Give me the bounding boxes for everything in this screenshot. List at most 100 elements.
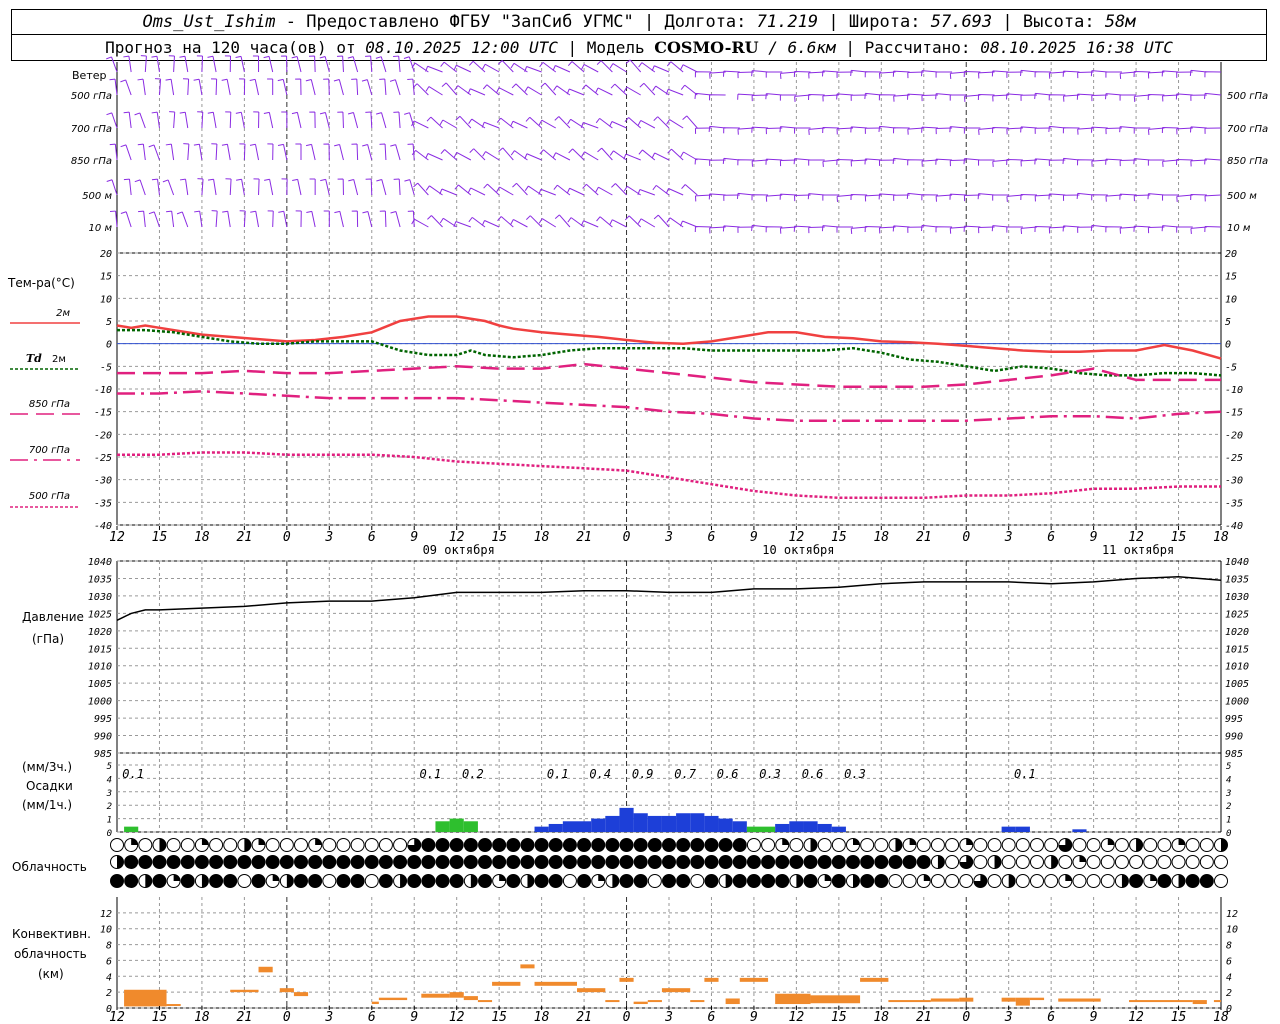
pres-y-label-right: 1040: [1225, 557, 1249, 568]
cloud-cover-symbol: [775, 874, 790, 888]
wind-level-label-right: 500 м: [1227, 191, 1257, 202]
wind-barb: [497, 60, 514, 73]
temp-x-tick-label: 6: [1047, 530, 1055, 545]
wind-barb: [309, 111, 316, 129]
wind-barb: [469, 148, 486, 161]
wind-barb: [319, 56, 330, 73]
pres-y-label: 995: [94, 714, 112, 725]
wind-barb: [1189, 126, 1207, 133]
cloud-cover-quarter: [499, 874, 506, 881]
wind-barb: [467, 187, 486, 196]
legend-label-td: Td: [26, 352, 42, 365]
cloud-cover-symbol: [279, 855, 294, 869]
cloud-cover-symbol: [520, 855, 535, 869]
cloud-cover-symbol: [1143, 855, 1158, 869]
wind-barb: [722, 70, 740, 77]
cloud-cover-symbol: [1129, 874, 1144, 888]
wind-barb: [412, 83, 429, 96]
cloud-cover-symbol: [350, 838, 365, 852]
wind-title: Ветер: [72, 69, 106, 82]
wind-barb: [441, 82, 458, 96]
wind-barb: [425, 65, 443, 73]
cloud-cover-symbol: [294, 855, 308, 869]
convective-cloud-bar: [1129, 1000, 1193, 1003]
wind-barb: [483, 183, 500, 196]
convective-cloud-bar: [1192, 1000, 1207, 1005]
precip-bar-rain: [704, 815, 719, 832]
wind-barb: [611, 183, 627, 196]
cloud-cover-symbol: [888, 874, 903, 888]
pres-y-label: 1010: [88, 662, 112, 673]
conv-x-tick-label: 12: [109, 1010, 125, 1024]
conv-x-tick-label: 18: [534, 1010, 550, 1024]
precip-bar-light: [435, 821, 450, 832]
convective-cloud-bar: [577, 988, 606, 993]
temp-x-tick-label: 0: [962, 530, 970, 545]
convective-cloud-bar: [661, 988, 691, 993]
cloud-cover-half: [612, 874, 619, 888]
cloud-cover-quarter: [258, 838, 266, 845]
wind-barb: [935, 93, 953, 100]
wind-barb: [597, 147, 613, 161]
cloud-cover-quarter: [598, 874, 605, 881]
wind-barb: [263, 55, 274, 73]
convective-cloud-bar: [421, 993, 450, 998]
wind-barb: [193, 78, 203, 96]
wind-barb: [609, 219, 627, 228]
wind-barb: [992, 126, 1009, 134]
cloud-cover-symbol: [1072, 838, 1087, 852]
wind-barb: [821, 70, 839, 77]
wind-barb: [568, 148, 585, 161]
wind-barb: [949, 193, 967, 200]
wind-barb: [949, 126, 967, 133]
conv-y-label: 8: [106, 941, 112, 952]
precip-3h-total: 0.9: [632, 767, 654, 781]
cloud-cover-quarter: [1079, 855, 1086, 862]
wind-barb: [334, 143, 344, 161]
temp-y-label: 0: [106, 340, 112, 351]
cloud-cover-symbol: [364, 838, 379, 852]
wind-barb: [221, 78, 231, 96]
wind-barb: [666, 61, 684, 73]
wind-barb: [1062, 70, 1080, 77]
wind-barb: [808, 159, 825, 166]
cloud-cover-symbol: [1015, 855, 1030, 869]
prec-y-label: 4: [107, 775, 112, 785]
cloud-cover-symbol: [449, 874, 464, 888]
wind-barb: [323, 210, 330, 227]
cloud-cover-symbol: [619, 838, 634, 852]
pres-y-label-right: 990: [1225, 732, 1243, 743]
cloud-cover-symbol: [1214, 874, 1228, 888]
precip-bar-rain: [1015, 826, 1030, 832]
conv-x-tick-label: 0: [962, 1010, 970, 1024]
cloud-cover-symbol: [676, 838, 691, 852]
wind-barb: [765, 226, 783, 233]
pres-y-label-right: 1025: [1225, 609, 1249, 620]
wind-barb: [1204, 92, 1222, 99]
wind-barb: [337, 178, 344, 196]
cloud-cover-symbol: [746, 838, 761, 852]
wind-barb: [207, 178, 217, 196]
cloud-cover-symbol: [237, 855, 252, 869]
precip-bar-rain: [676, 813, 691, 832]
cloud-cover-symbol: [1015, 838, 1030, 852]
cloud-cover-symbol: [973, 855, 988, 869]
temp-x-tick-label: 21: [916, 530, 932, 545]
cloud-cover-symbol: [1199, 855, 1214, 869]
precip-bar-rain: [661, 815, 677, 832]
wind-barb: [440, 61, 457, 73]
pres-y-label: 1000: [88, 697, 112, 708]
wind-barb: [892, 225, 910, 232]
wind-barb: [935, 71, 953, 78]
cloud-cover-symbol: [152, 855, 167, 869]
temp-y-label: -10: [94, 385, 112, 396]
cloud-cover-symbol: [562, 874, 577, 888]
cloud-cover-symbol: [265, 855, 280, 869]
cloud-cover-symbol: [761, 838, 776, 852]
temp-title: Тем-ра(°С): [7, 276, 75, 290]
cloud-cover-symbol: [959, 874, 974, 888]
convective-cloud-bar: [477, 1000, 493, 1003]
wind-barb: [552, 65, 571, 73]
cloud-cover-symbol: [633, 838, 648, 852]
wind-barb: [497, 216, 514, 228]
